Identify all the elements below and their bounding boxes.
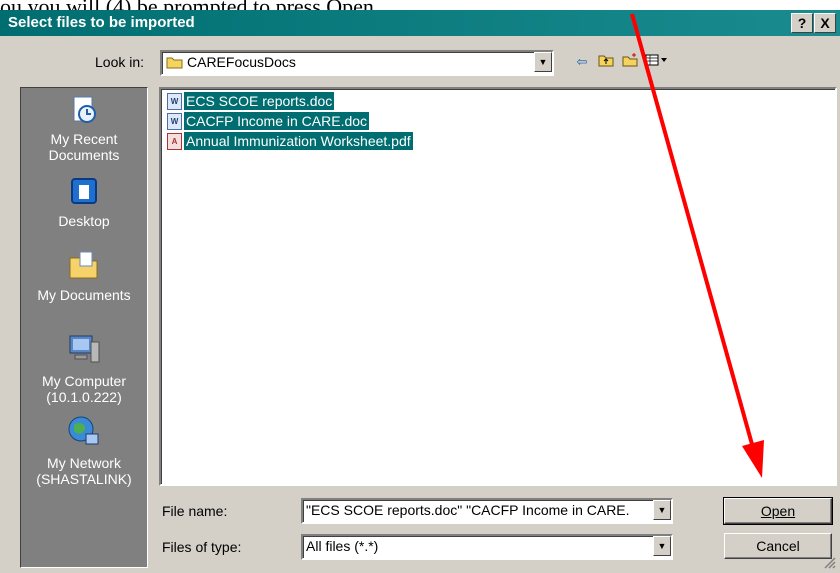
place-label-line1: Desktop	[58, 213, 110, 229]
pdf-document-icon: A	[167, 132, 182, 150]
my-computer-icon	[21, 332, 147, 371]
my-documents-icon	[21, 248, 147, 285]
title-bar[interactable]: Select files to be imported	[0, 10, 840, 36]
file-item[interactable]: A Annual Immunization Worksheet.pdf	[167, 132, 413, 150]
file-type-value: All files (*.*)	[306, 538, 379, 554]
my-network-icon	[21, 414, 147, 453]
look-in-combo[interactable]: CAREFocusDocs ▼	[160, 50, 554, 76]
up-folder-icon[interactable]	[597, 53, 615, 71]
place-label-line1: My Network	[47, 455, 121, 471]
place-desktop[interactable]: Desktop	[21, 176, 147, 229]
file-item[interactable]: W CACFP Income in CARE.doc	[167, 112, 370, 130]
desktop-icon	[21, 176, 147, 211]
cancel-button[interactable]: Cancel	[724, 533, 832, 559]
place-label-line1: My Recent	[50, 131, 118, 147]
word-document-icon: W	[167, 92, 182, 110]
place-label-line2: (SHASTALINK)	[36, 471, 132, 487]
chevron-down-icon[interactable]: ▼	[653, 500, 671, 520]
new-folder-icon[interactable]	[621, 53, 639, 71]
place-recent-documents[interactable]: My Recent Documents	[21, 94, 147, 163]
look-in-value: CAREFocusDocs	[187, 54, 296, 70]
close-button[interactable]: X	[814, 13, 836, 33]
place-label-line1: My Computer	[41, 373, 127, 389]
file-type-select[interactable]: All files (*.*) ▼	[301, 534, 673, 560]
file-name-label: Annual Immunization Worksheet.pdf	[184, 132, 413, 150]
place-my-computer[interactable]: My Computer (10.1.0.222)	[21, 332, 147, 405]
file-type-label: Files of type:	[162, 539, 242, 555]
open-button-label: Open	[760, 503, 796, 519]
folder-icon	[166, 55, 183, 72]
back-arrow-icon[interactable]: ⇦	[573, 53, 591, 71]
file-list[interactable]: W ECS SCOE reports.doc W CACFP Income in…	[159, 87, 837, 486]
chevron-down-icon[interactable]: ▼	[534, 52, 552, 72]
file-name-label: File name:	[162, 503, 228, 519]
recent-documents-icon	[21, 94, 147, 129]
open-button[interactable]: Open	[723, 497, 833, 525]
place-label-line2: (10.1.0.222)	[46, 389, 122, 405]
document-fragment-text: ou you will (4) be prompted to press Ope…	[0, 0, 840, 10]
place-label-line2: Documents	[48, 147, 120, 163]
resize-grip-icon[interactable]	[822, 555, 836, 569]
word-document-icon: W	[167, 112, 182, 130]
place-my-network[interactable]: My Network (SHASTALINK)	[21, 414, 147, 487]
look-in-label: Look in:	[95, 54, 145, 70]
places-bar: My Recent Documents Desktop My Documents…	[20, 87, 148, 568]
chevron-down-icon[interactable]: ▼	[653, 536, 671, 556]
file-name-label: CACFP Income in CARE.doc	[184, 112, 370, 130]
place-my-documents[interactable]: My Documents	[21, 248, 147, 303]
file-name-input[interactable]: "ECS SCOE reports.doc" "CACFP Income in …	[301, 498, 673, 524]
help-button[interactable]: ?	[791, 13, 813, 33]
view-menu-icon[interactable]	[644, 53, 670, 71]
file-name-label: ECS SCOE reports.doc	[184, 92, 335, 110]
file-name-value: "ECS SCOE reports.doc" "CACFP Income in …	[306, 502, 630, 518]
window-title: Select files to be imported	[8, 14, 195, 31]
file-item[interactable]: W ECS SCOE reports.doc	[167, 92, 335, 110]
place-label-line1: My Documents	[37, 287, 131, 303]
